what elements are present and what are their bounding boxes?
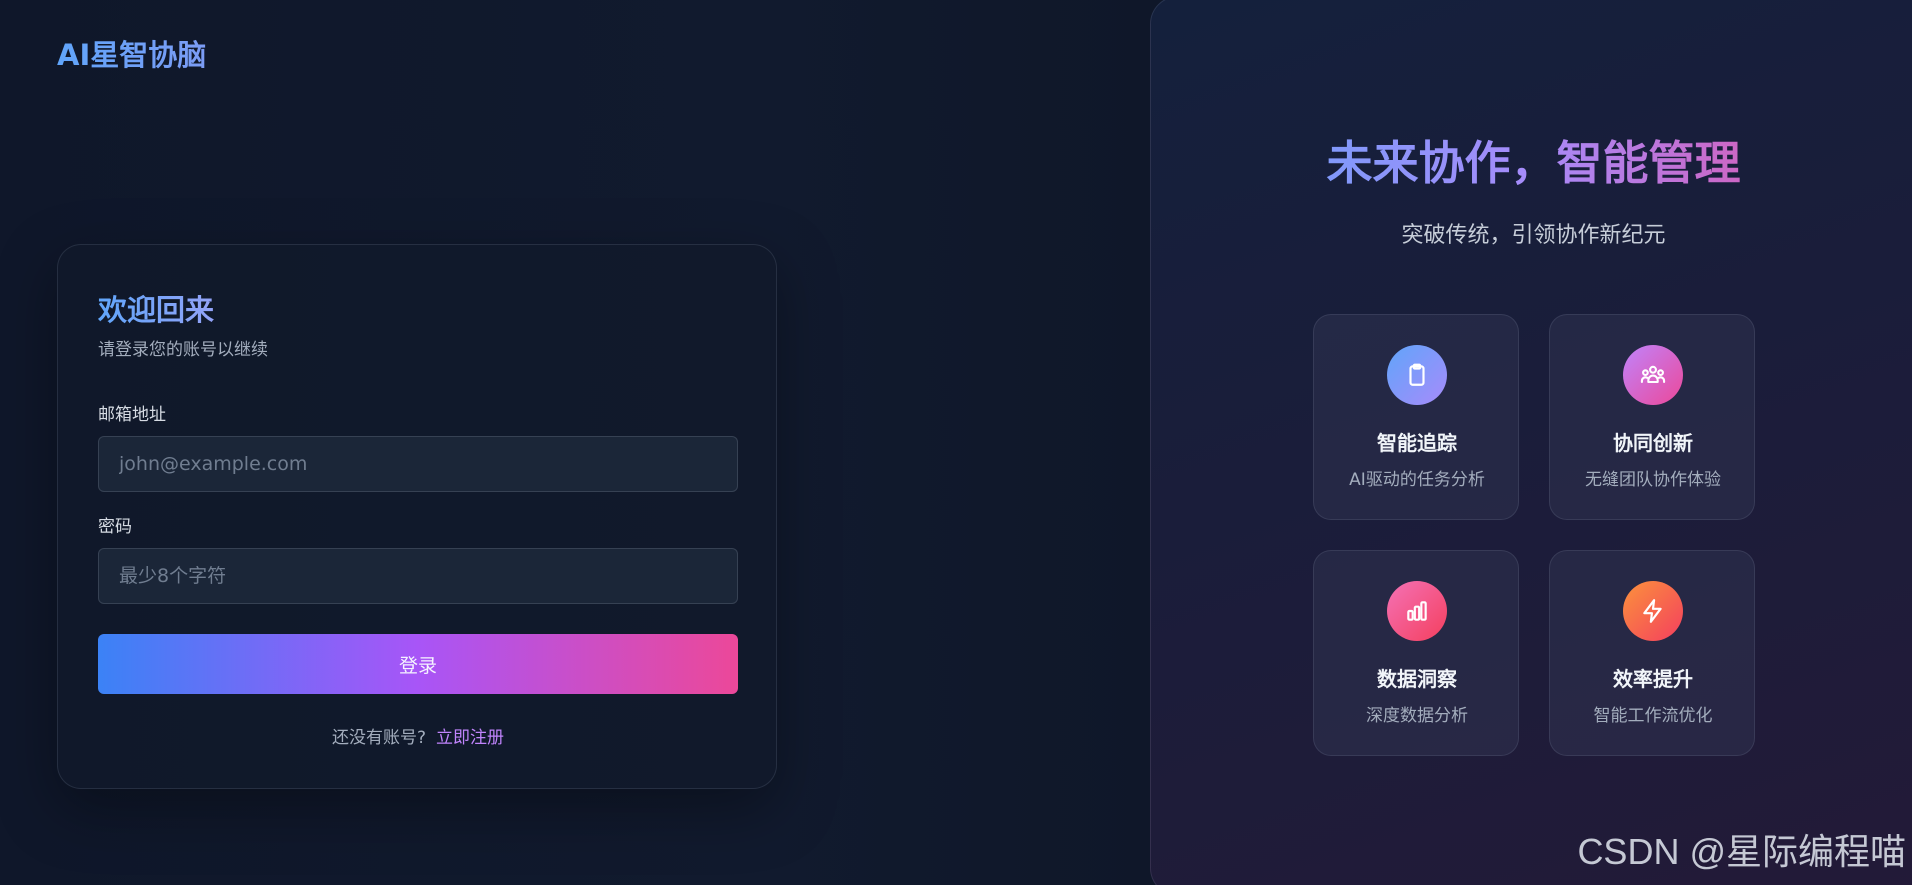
email-input[interactable]: [98, 436, 738, 492]
login-card: 欢迎回来 请登录您的账号以继续 邮箱地址 密码 登录 还没有账号? 立即注册: [57, 244, 777, 789]
feature-card-collaboration: 协同创新 无缝团队协作体验: [1549, 314, 1755, 520]
signup-prompt: 还没有账号?: [331, 728, 427, 748]
email-label: 邮箱地址: [98, 405, 166, 425]
feature-desc: 深度数据分析: [1366, 706, 1468, 726]
password-label: 密码: [98, 517, 132, 537]
app-logo[interactable]: AI星智协脑: [57, 32, 206, 74]
login-button[interactable]: 登录: [98, 634, 738, 694]
feature-title: 效率提升: [1613, 667, 1693, 691]
feature-card-efficiency: 效率提升 智能工作流优化: [1549, 550, 1755, 756]
feature-desc: 智能工作流优化: [1593, 706, 1713, 726]
feature-title: 数据洞察: [1377, 667, 1457, 691]
login-page: AI星智协脑 欢迎回来 请登录您的账号以继续 邮箱地址 密码 登录 还没有账号?…: [0, 0, 1912, 885]
feature-card-insights: 数据洞察 深度数据分析: [1313, 550, 1519, 756]
feature-desc: 无缝团队协作体验: [1585, 470, 1721, 490]
team-icon: [1623, 345, 1683, 405]
feature-title: 协同创新: [1613, 431, 1693, 455]
bar-chart-icon: [1387, 581, 1447, 641]
signup-row: 还没有账号? 立即注册: [58, 723, 778, 748]
hero-subtitle: 突破传统，引领协作新纪元: [1401, 223, 1666, 248]
feature-card-tracking: 智能追踪 AI驱动的任务分析: [1313, 314, 1519, 520]
lightning-icon: [1623, 581, 1683, 641]
feature-title: 智能追踪: [1377, 431, 1457, 455]
watermark: CSDN @星际编程喵: [1577, 831, 1906, 872]
signup-link[interactable]: 立即注册: [436, 728, 504, 748]
feature-desc: AI驱动的任务分析: [1349, 470, 1485, 490]
login-title: 欢迎回来: [98, 287, 214, 329]
login-subtitle: 请登录您的账号以继续: [98, 340, 268, 360]
password-input[interactable]: [98, 548, 738, 604]
clipboard-icon: [1387, 345, 1447, 405]
hero-title: 未来协作，智能管理: [1151, 127, 1912, 193]
feature-panel: 未来协作，智能管理 突破传统，引领协作新纪元 智能追踪 AI驱动的任务分析 协同…: [1150, 0, 1912, 885]
